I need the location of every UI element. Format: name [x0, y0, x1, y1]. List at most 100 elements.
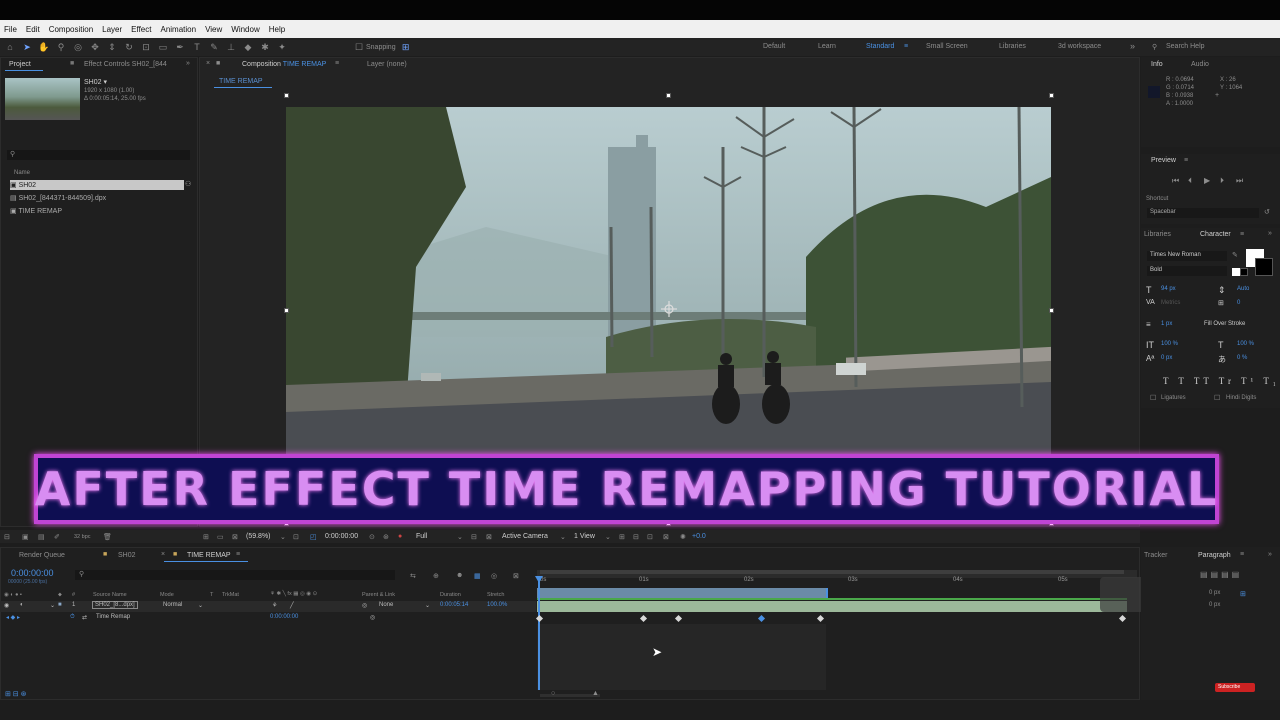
audio-icon[interactable]: ◐ — [20, 602, 24, 608]
current-time-indicator[interactable] — [538, 576, 540, 690]
menu-file[interactable]: File — [4, 25, 17, 34]
snap-options-icon[interactable]: ⊞ — [399, 41, 413, 53]
black-swatch[interactable] — [1240, 268, 1248, 276]
hand-tool-icon[interactable]: ✋ — [37, 41, 51, 53]
eraser-tool-icon[interactable]: ◆ — [241, 41, 255, 53]
hindi-digits-checkbox[interactable]: ☐ — [1214, 394, 1220, 402]
render-queue-tab[interactable]: Render Queue — [19, 552, 65, 559]
project-search-input[interactable]: ⚲ — [7, 150, 190, 160]
tracking-value[interactable]: 0 — [1237, 300, 1240, 306]
comp-breadcrumb[interactable]: TIME REMAP — [219, 78, 263, 85]
selection-tool-icon[interactable]: ➤ — [20, 41, 34, 53]
transparency-grid-icon[interactable]: ⊠ — [486, 533, 492, 541]
panel-overflow-icon[interactable]: » — [186, 60, 190, 67]
camera-dropdown[interactable]: Active Camera — [502, 533, 548, 540]
layer-duration[interactable]: 0:00:05:14 — [440, 602, 468, 608]
property-value[interactable]: 0:00:00:00 — [270, 614, 298, 620]
snapping-checkbox-icon[interactable]: ☐ — [352, 41, 366, 53]
first-frame-icon[interactable]: ⏮ — [1172, 176, 1179, 186]
shy-icon[interactable]: ☻ — [456, 572, 463, 579]
font-size-value[interactable]: 94 px — [1161, 286, 1176, 292]
parent-link-column[interactable]: Parent & Link — [362, 592, 395, 598]
comp-mini-flowchart-icon[interactable]: ⇆ — [410, 572, 416, 580]
chevron-down-icon[interactable]: ⌄ — [280, 533, 286, 541]
rectangle-tool-icon[interactable]: ▭ — [156, 41, 170, 53]
quality-switch-icon[interactable]: ╱ — [290, 602, 294, 609]
trkmat-column[interactable]: TrkMat — [222, 592, 239, 598]
font-style-dropdown[interactable]: Bold — [1147, 266, 1227, 276]
menu-help[interactable]: Help — [269, 25, 285, 34]
panel-menu-icon[interactable]: ≡ — [1240, 231, 1244, 238]
paragraph-tab[interactable]: Paragraph — [1198, 552, 1231, 559]
text-style-buttons[interactable]: T T TT Tr T¹ T₁ — [1163, 376, 1280, 386]
name-column-header[interactable]: Name — [14, 170, 30, 176]
screen-icon[interactable]: ▭ — [217, 533, 224, 541]
close-tab-icon[interactable]: × — [206, 60, 210, 67]
motion-blur-icon[interactable]: ◎ — [491, 572, 497, 580]
project-tab[interactable]: Project — [9, 61, 31, 68]
menu-animation[interactable]: Animation — [160, 25, 196, 34]
zoom-in-icon[interactable]: ▲ — [592, 690, 599, 697]
space-before-value[interactable]: 0 px — [1209, 602, 1220, 608]
chevron-down-icon[interactable]: ⌄ — [457, 533, 463, 541]
leading-value[interactable]: Auto — [1237, 286, 1249, 292]
always-preview-icon[interactable]: ⊞ — [203, 533, 209, 541]
puppet-tool-icon[interactable]: ✦ — [275, 41, 289, 53]
blend-mode-dropdown[interactable]: Normal — [163, 602, 182, 608]
zoom-slider[interactable] — [540, 694, 600, 697]
layer-tab[interactable]: Layer (none) — [367, 61, 407, 68]
exposure-icon[interactable]: ✺ — [680, 533, 686, 541]
shortcut-dropdown[interactable]: Spacebar — [1147, 208, 1259, 218]
ligatures-checkbox[interactable]: ☐ — [1150, 394, 1156, 402]
prev-frame-icon[interactable]: ⏴ — [1188, 176, 1192, 186]
timeline-footer-icons[interactable]: ⊞ ⊟ ⊛ — [5, 690, 27, 698]
comp-tab-menu-icon[interactable]: ≡ — [335, 60, 339, 67]
show-snapshot-icon[interactable]: ▤ — [38, 533, 45, 541]
panel-overflow-icon[interactable]: » — [1268, 230, 1272, 237]
parent-dropdown[interactable]: None — [379, 602, 393, 608]
layer-color-label[interactable]: ■ — [58, 602, 62, 608]
fast-preview-icon[interactable]: ⊟ — [471, 533, 477, 541]
reset-icon[interactable]: ↺ — [1264, 208, 1270, 216]
av-switches-icon[interactable]: ◉ ◐ ● ▪ — [4, 592, 22, 598]
stopwatch-icon[interactable]: ⏱ — [70, 614, 75, 621]
mode-column[interactable]: Mode — [160, 592, 174, 598]
libraries-tab[interactable]: Libraries — [1144, 231, 1171, 238]
composition-tab[interactable]: Composition TIME REMAP — [242, 61, 326, 68]
time-remap-property-row[interactable]: ◂ ◆ ▸ ⏱ ⇄ Time Remap 0:00:00:00 ◎ — [0, 613, 536, 624]
time-remap-tab[interactable]: TIME REMAP — [187, 552, 231, 559]
flowchart-view-icon[interactable]: ⊡ — [647, 533, 653, 541]
panel-menu-icon[interactable]: ≡ — [1240, 551, 1244, 558]
preview-tab[interactable]: Preview — [1151, 157, 1176, 164]
exposure-value[interactable]: +0.0 — [692, 533, 706, 540]
menu-effect[interactable]: Effect — [131, 25, 151, 34]
graph-icon[interactable]: ⇄ — [82, 614, 87, 621]
dolly-camera-icon[interactable]: ⇕ — [105, 41, 119, 53]
stroke-type-dropdown[interactable]: Fill Over Stroke — [1204, 321, 1245, 327]
zoom-tool-icon[interactable]: ⚲ — [54, 41, 68, 53]
workspace-3d[interactable]: 3d workspace — [1058, 43, 1101, 50]
stroke-color-swatch[interactable] — [1255, 258, 1273, 276]
chevron-down-icon[interactable]: ⌄ — [198, 602, 203, 609]
pickwhip-icon[interactable]: ◎ — [362, 602, 367, 609]
layer-name[interactable]: SH02_[8...dpx] — [92, 601, 138, 609]
workspace-default[interactable]: Default — [763, 43, 785, 50]
transform-handle-mr[interactable] — [1049, 308, 1054, 313]
transform-handle-tm[interactable] — [666, 93, 671, 98]
close-tab-icon[interactable]: × — [161, 551, 165, 558]
layer-search-input[interactable]: ⚲ — [75, 570, 395, 580]
roto-brush-icon[interactable]: ✱ — [258, 41, 272, 53]
shy-switch-icon[interactable]: ⚘ — [272, 602, 277, 609]
region-of-interest-icon[interactable]: ⊟ — [4, 533, 10, 541]
workspace-libraries[interactable]: Libraries — [999, 43, 1026, 50]
label-column-icon[interactable]: ⬥ — [58, 592, 62, 599]
white-swatch[interactable] — [1232, 268, 1240, 276]
baseline-shift-value[interactable]: 0 px — [1161, 355, 1172, 361]
panel-menu-icon[interactable]: ≡ — [1184, 157, 1188, 164]
brush-tool-icon[interactable]: ✎ — [207, 41, 221, 53]
play-icon[interactable]: ▶ — [1204, 176, 1210, 185]
switches-icons[interactable]: ⚘ ✱ ╲ fx ▦ ◎ ◉ ⊙ — [270, 591, 317, 597]
guide-icon[interactable]: ◰ — [310, 533, 317, 541]
pan-camera-icon[interactable]: ✥ — [88, 41, 102, 53]
orbit-camera-icon[interactable]: ◎ — [71, 41, 85, 53]
